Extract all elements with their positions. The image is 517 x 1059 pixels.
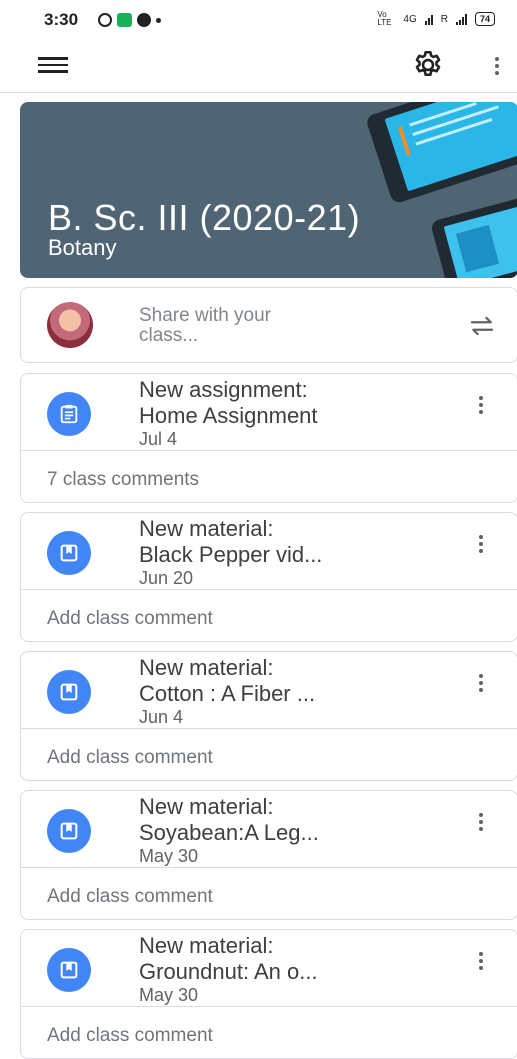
post-more-icon[interactable] [473, 947, 489, 975]
battery-icon: 74 [474, 12, 495, 26]
material-icon [47, 531, 91, 575]
stream-post: New material: Soyabean:A Leg... May 30 A… [20, 790, 517, 920]
post-header[interactable]: New material: Black Pepper vid... Jun 20 [21, 513, 517, 590]
post-more-icon[interactable] [473, 808, 489, 836]
post-title: New material: Black Pepper vid... [139, 516, 439, 568]
network-label: 4G [403, 13, 417, 25]
post-more-icon[interactable] [473, 530, 489, 558]
class-title: B. Sc. III (2020-21) [48, 197, 361, 238]
post-date: May 30 [139, 846, 199, 866]
class-comments-link[interactable]: 7 class comments [47, 469, 199, 491]
stream-post: New material: Cotton : A Fiber ... Jun 4… [20, 651, 517, 781]
post-title: New material: Soyabean:A Leg... [139, 794, 439, 846]
add-class-comment[interactable]: Add class comment [47, 747, 213, 769]
post-date: May 30 [139, 985, 199, 1005]
menu-icon[interactable] [38, 57, 68, 75]
share-placeholder-line1: Share with your [139, 305, 272, 326]
post-more-icon[interactable] [473, 669, 489, 697]
system-icons: Vo LTE 4G R 74 [377, 11, 495, 27]
whatsapp-icon [98, 13, 112, 27]
post-header[interactable]: New material: Groundnut: An o... May 30 [21, 930, 517, 1007]
post-title-line2: Home Assignment [139, 403, 318, 428]
post-title-line2: Black Pepper vid... [139, 542, 323, 567]
post-title: New material: Cotton : A Fiber ... [139, 655, 439, 707]
post-more-icon[interactable] [473, 391, 489, 419]
gear-icon[interactable] [411, 48, 445, 82]
add-class-comment[interactable]: Add class comment [47, 886, 213, 908]
post-date: Jun 20 [139, 568, 194, 588]
post-title-line1: New assignment: [139, 377, 308, 402]
add-class-comment[interactable]: Add class comment [47, 608, 213, 630]
material-icon [47, 670, 91, 714]
roaming-label: R [440, 13, 448, 25]
post-header[interactable]: New material: Cotton : A Fiber ... Jun 4 [21, 652, 517, 729]
avatar [47, 302, 93, 348]
share-placeholder-line2: class... [139, 325, 199, 346]
post-title-line1: New material: [139, 516, 274, 541]
share-with-class-box[interactable]: Share with your class... [20, 287, 517, 363]
post-date: Jul 4 [139, 429, 178, 449]
signal-icon-2 [455, 13, 467, 25]
post-title-line1: New material: [139, 933, 274, 958]
post-title-line2: Soyabean:A Leg... [139, 820, 319, 845]
class-subject: Botany [48, 235, 117, 260]
status-bar: 3:30 Vo LTE 4G R 74 [0, 0, 517, 40]
post-date: Jun 4 [139, 707, 184, 727]
stream-post: New assignment: Home Assignment Jul 4 7 … [20, 373, 517, 503]
more-notifications-icon [156, 17, 161, 23]
share-placeholder: Share with your class... [139, 306, 339, 346]
more-vert-icon[interactable] [487, 52, 507, 80]
post-title-line2: Groundnut: An o... [139, 959, 318, 984]
post-header[interactable]: New material: Soyabean:A Leg... May 30 [21, 791, 517, 868]
add-class-comment[interactable]: Add class comment [47, 1025, 213, 1047]
post-header[interactable]: New assignment: Home Assignment Jul 4 [21, 374, 517, 451]
stream-post: New material: Black Pepper vid... Jun 20… [20, 512, 517, 642]
assignment-icon [47, 392, 91, 436]
class-banner[interactable]: B. Sc. III (2020-21) Botany [20, 102, 517, 278]
app-notification-icon [117, 13, 132, 27]
signal-icon [424, 13, 433, 25]
volte-label: Vo LTE [377, 10, 392, 27]
post-title-line2: Cotton : A Fiber ... [139, 681, 316, 706]
notification-icons [98, 10, 161, 30]
post-title: New material: Groundnut: An o... [139, 933, 439, 985]
post-title-line1: New material: [139, 655, 274, 680]
status-time: 3:30 [44, 10, 79, 29]
material-icon [47, 948, 91, 992]
repost-icon[interactable] [466, 311, 498, 341]
call-icon [137, 13, 151, 27]
app-bar [0, 40, 517, 93]
material-icon [47, 809, 91, 853]
post-title-line1: New material: [139, 794, 274, 819]
post-title: New assignment: Home Assignment [139, 377, 439, 429]
